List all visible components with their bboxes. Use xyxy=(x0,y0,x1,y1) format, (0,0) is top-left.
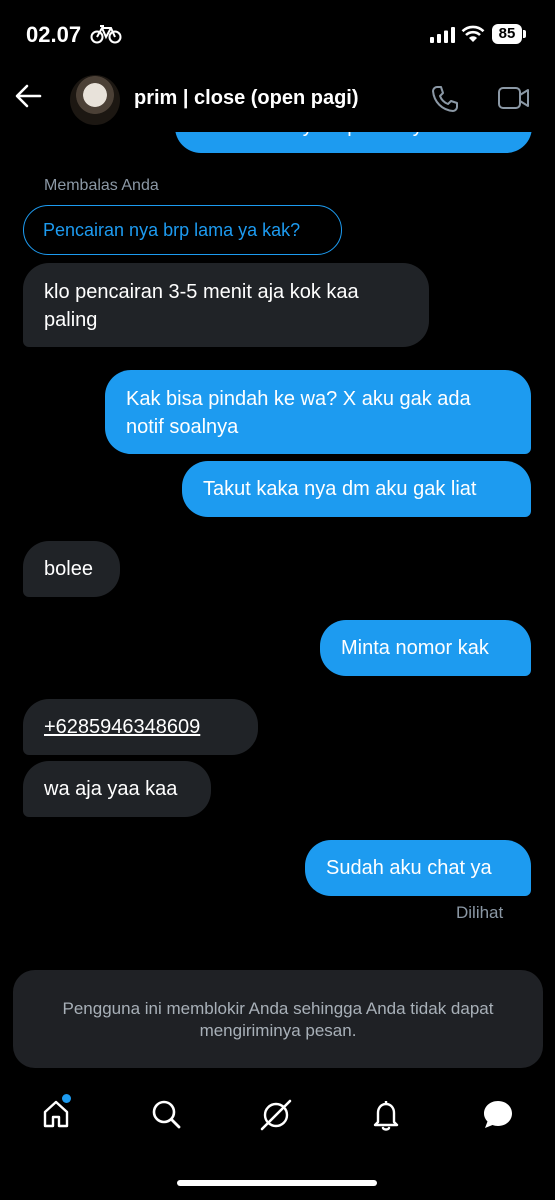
search-icon[interactable] xyxy=(150,1098,182,1130)
grok-icon[interactable] xyxy=(259,1098,293,1132)
seen-status: Dilihat xyxy=(456,903,504,922)
wifi-icon xyxy=(461,25,485,42)
avatar[interactable] xyxy=(70,75,120,125)
video-call-icon[interactable] xyxy=(497,85,531,111)
phone-number-link[interactable]: +6285946348609 xyxy=(44,716,200,738)
message-incoming[interactable]: bolee xyxy=(23,541,120,597)
bell-icon[interactable] xyxy=(370,1098,402,1132)
message-outgoing[interactable]: Minta nomor kak xyxy=(320,620,531,676)
message-incoming[interactable]: wa aja yaa kaa xyxy=(23,761,211,817)
chat-header: prim | close (open pagi) xyxy=(0,62,555,132)
message-outgoing[interactable]: Kak bisa pindah ke wa? X aku gak ada not… xyxy=(105,370,531,454)
status-time: 02.07 xyxy=(26,22,82,47)
phone-icon[interactable] xyxy=(430,84,460,114)
notification-dot xyxy=(62,1094,71,1103)
contact-name[interactable]: prim | close (open pagi) xyxy=(134,87,359,110)
reply-label: Membalas Anda xyxy=(44,177,159,194)
back-arrow-icon[interactable] xyxy=(14,84,42,108)
messages-icon[interactable] xyxy=(481,1098,515,1132)
signal-icon xyxy=(430,27,455,43)
home-indicator[interactable] xyxy=(177,1180,377,1186)
message-outgoing[interactable]: Sudah aku chat ya xyxy=(305,840,531,896)
message-incoming[interactable]: klo pencairan 3-5 menit aja kok kaa pali… xyxy=(23,263,429,347)
reply-quote[interactable]: Pencairan nya brp lama ya kak? xyxy=(23,205,342,255)
message-incoming-phone[interactable]: +6285946348609 xyxy=(23,699,258,755)
battery-indicator: 85 xyxy=(492,24,522,44)
blocked-notice: Pengguna ini memblokir Anda sehingga And… xyxy=(13,970,543,1068)
message-outgoing[interactable]: Takut kaka nya dm aku gak liat xyxy=(182,461,531,517)
battery-nub xyxy=(523,30,526,38)
bike-icon xyxy=(90,25,122,44)
